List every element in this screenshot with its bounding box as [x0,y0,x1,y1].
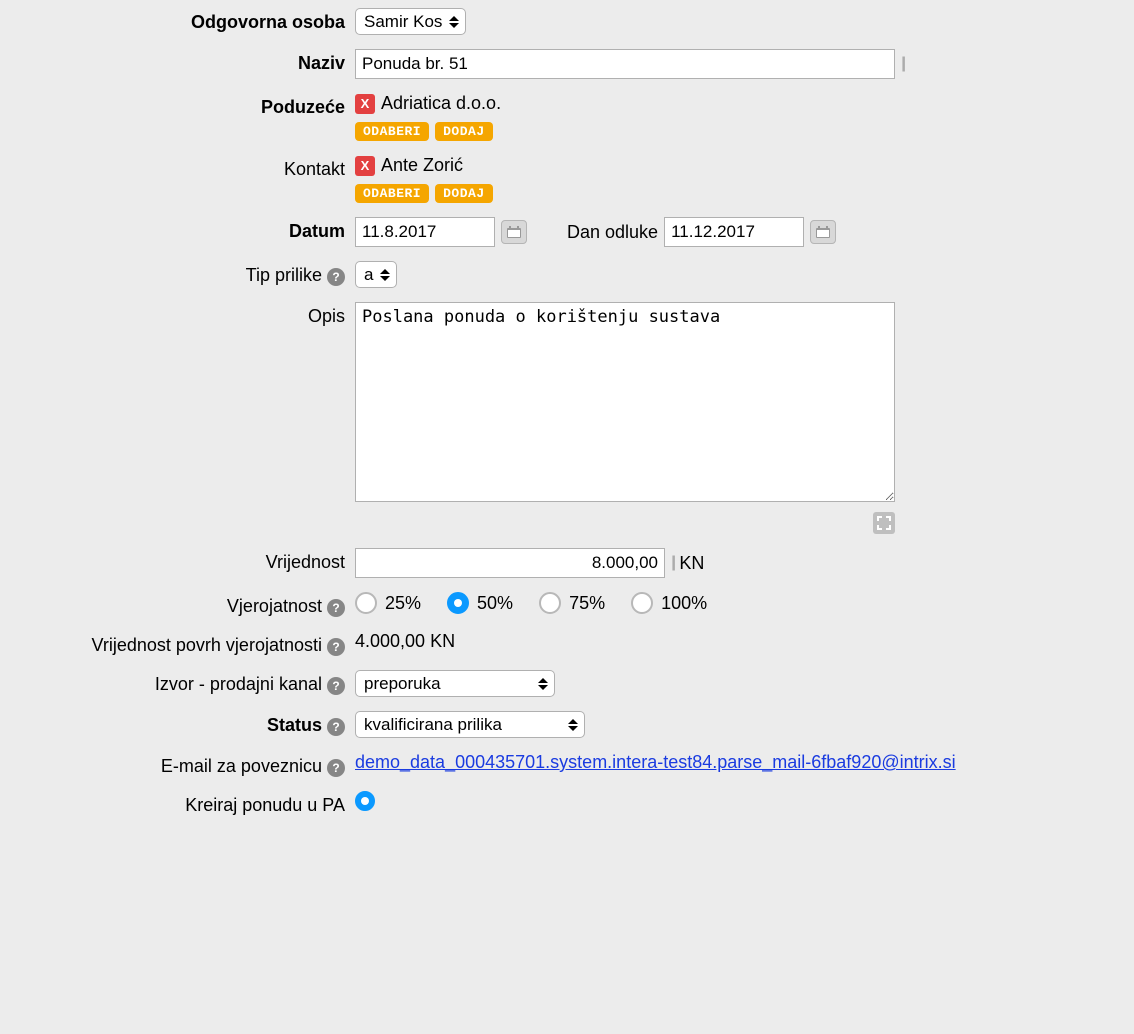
label-responsible: Odgovorna osoba [20,8,355,33]
source-select[interactable]: preporuka [355,670,555,697]
company-select-button[interactable]: ODABERI [355,122,429,141]
resize-handle-icon[interactable]: || [671,554,673,572]
label-create-pa: Kreiraj ponudu u PA [20,791,355,816]
create-pa-radio[interactable] [355,791,375,811]
help-icon[interactable]: ? [327,759,345,777]
label-value: Vrijednost [20,548,355,573]
decision-date-input[interactable] [664,217,804,247]
probability-radio-25[interactable] [355,592,377,614]
calendar-icon[interactable] [501,220,527,244]
company-add-button[interactable]: DODAJ [435,122,493,141]
label-decision-day: Dan odluke [567,222,658,243]
description-textarea[interactable]: Poslana ponuda o korištenju sustava [355,302,895,502]
probability-label-50: 50% [477,593,513,614]
value-over-prob-value: 4.000,00 KN [355,631,455,652]
label-name: Naziv [20,49,355,74]
label-company: Poduzeće [20,93,355,118]
label-contact: Kontakt [20,155,355,180]
expand-icon[interactable] [873,512,895,534]
label-description: Opis [20,302,355,327]
remove-contact-button[interactable]: X [355,156,375,176]
opportunity-type-select[interactable]: a [355,261,397,288]
value-input[interactable] [355,548,665,578]
help-icon[interactable]: ? [327,677,345,695]
probability-label-75: 75% [569,593,605,614]
probability-radio-50[interactable] [447,592,469,614]
probability-radio-75[interactable] [539,592,561,614]
help-icon[interactable]: ? [327,599,345,617]
status-select[interactable]: kvalificirana prilika [355,711,585,738]
name-input[interactable] [355,49,895,79]
resize-handle-icon[interactable]: || [901,55,903,73]
date-input[interactable] [355,217,495,247]
help-icon[interactable]: ? [327,268,345,286]
label-probability: Vjerojatnost ? [20,592,355,617]
contact-add-button[interactable]: DODAJ [435,184,493,203]
label-value-over-prob: Vrijednost povrh vjerojatnosti ? [20,631,355,656]
label-status: Status ? [20,711,355,736]
label-opportunity-type: Tip prilike ? [20,261,355,286]
currency-label: KN [679,553,704,574]
remove-company-button[interactable]: X [355,94,375,114]
responsible-select[interactable]: Samir Kos [355,8,466,35]
help-icon[interactable]: ? [327,718,345,736]
company-value: Adriatica d.o.o. [381,93,501,114]
probability-label-100: 100% [661,593,707,614]
probability-radio-100[interactable] [631,592,653,614]
contact-value: Ante Zorić [381,155,463,176]
contact-select-button[interactable]: ODABERI [355,184,429,203]
help-icon[interactable]: ? [327,638,345,656]
email-link[interactable]: demo_data_000435701.system.intera-test84… [355,752,956,773]
calendar-icon[interactable] [810,220,836,244]
opportunity-form: Odgovorna osoba Samir Kos Naziv || Poduz… [0,0,1134,850]
label-source: Izvor - prodajni kanal ? [20,670,355,695]
label-email: E-mail za poveznicu ? [20,752,355,777]
probability-radio-group: 25% 50% 75% 100% [355,592,707,614]
probability-label-25: 25% [385,593,421,614]
label-date: Datum [20,217,355,242]
